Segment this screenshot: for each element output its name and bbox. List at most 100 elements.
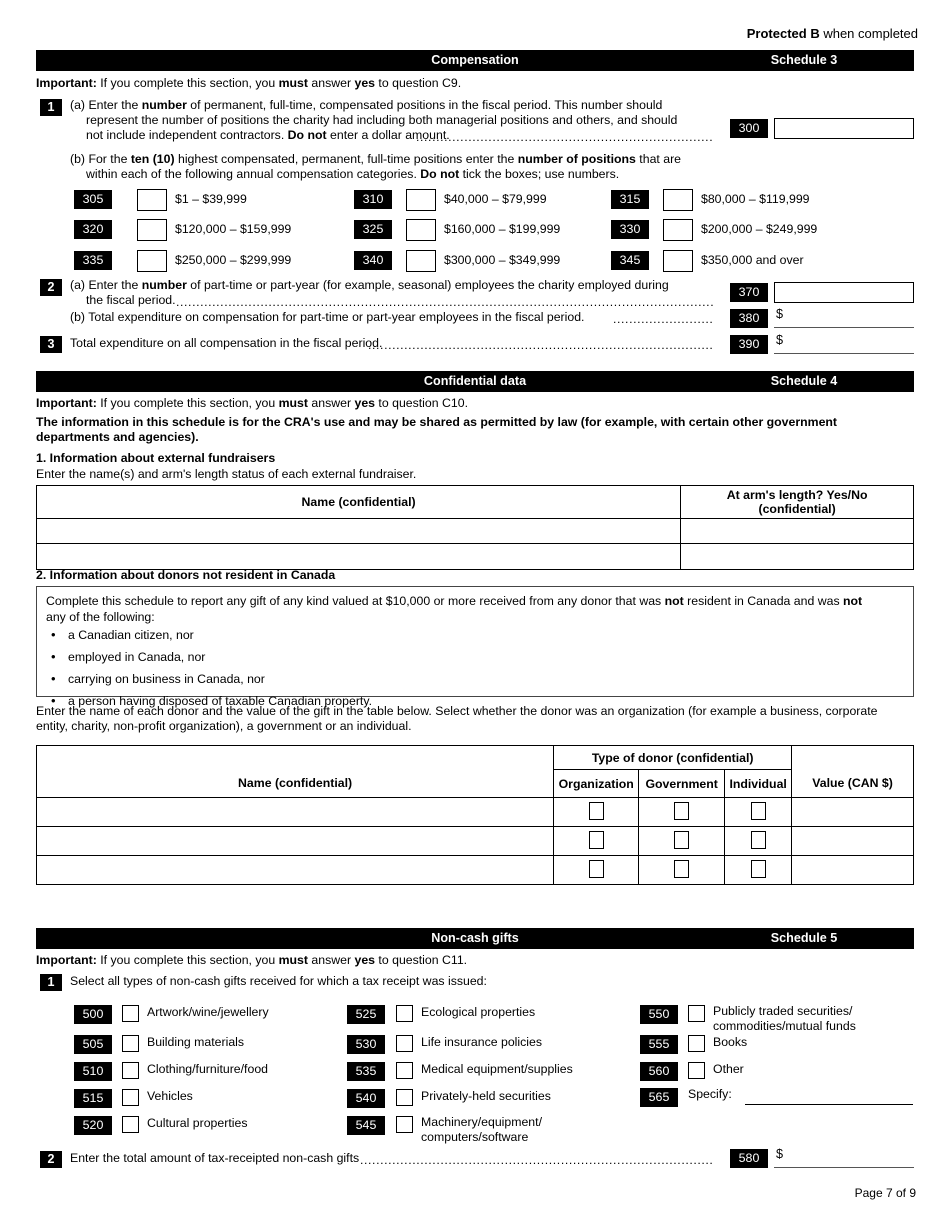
important-text-c-s5: to question C11. — [375, 953, 468, 967]
rule-565-specify — [745, 1104, 913, 1105]
q2a-number-emphasis: number — [141, 278, 187, 292]
label-515: Vehicles — [147, 1089, 193, 1103]
q1a-pre: (a) Enter the — [70, 98, 142, 112]
checkbox-540-private-securities[interactable] — [396, 1089, 413, 1106]
important-label-s5: Important: — [36, 953, 97, 967]
label-525: Ecological properties — [421, 1005, 536, 1019]
field-code-545: 545 — [347, 1116, 385, 1135]
checkbox-individual-row-2[interactable] — [750, 830, 766, 849]
checkbox-government-row-1[interactable] — [674, 801, 690, 820]
field-code-345: 345 — [611, 251, 649, 270]
donor-value-cell-1[interactable] — [791, 797, 914, 827]
donor-government-cell-1[interactable] — [638, 797, 726, 827]
donor-name-cell-1[interactable] — [35, 797, 555, 827]
checkbox-organization-row-2[interactable] — [588, 830, 604, 849]
checkbox-515-vehicles[interactable] — [122, 1089, 139, 1106]
checkbox-520-cultural-properties[interactable] — [122, 1116, 139, 1133]
checkbox-560-other[interactable] — [688, 1062, 705, 1079]
checkbox-535-medical[interactable] — [396, 1062, 413, 1079]
label-560: Other — [713, 1062, 744, 1076]
dollar-sign-380: $ — [776, 307, 784, 321]
checkbox-organization-row-1[interactable] — [588, 801, 604, 820]
input-300-permanent-positions[interactable] — [774, 118, 914, 139]
fundraiser-name-cell-1[interactable] — [35, 518, 682, 544]
checkbox-550-publicly-traded[interactable] — [688, 1005, 705, 1022]
checkbox-545-machinery[interactable] — [396, 1116, 413, 1133]
input-370-part-time-employees[interactable] — [774, 282, 914, 303]
donor-individual-cell-3[interactable] — [724, 855, 793, 885]
checkbox-555-books[interactable] — [688, 1035, 705, 1052]
schedule-3-label: Schedule 3 — [770, 53, 838, 67]
input-325-count[interactable] — [406, 219, 436, 241]
donor-government-cell-3[interactable] — [638, 855, 726, 885]
checkbox-individual-row-3[interactable] — [750, 859, 766, 878]
q1a-leader-dots: ........................................… — [416, 130, 713, 144]
field-code-565: 565 — [640, 1088, 678, 1107]
cra-notice-line-1: The information in this schedule is for … — [36, 415, 838, 429]
input-320-count[interactable] — [137, 219, 167, 241]
checkbox-organization-row-3[interactable] — [588, 859, 604, 878]
input-305-count[interactable] — [137, 189, 167, 211]
schedule-5-question-1-marker: 1 — [40, 974, 62, 991]
checkbox-505-building-materials[interactable] — [122, 1035, 139, 1052]
input-335-count[interactable] — [137, 250, 167, 272]
fundraiser-name-cell-2[interactable] — [35, 543, 682, 570]
protected-b-label: Protected B — [746, 26, 820, 41]
fundraiser-arms-cell-1[interactable] — [680, 518, 914, 544]
label-bracket-340: $300,000 – $349,999 — [444, 253, 561, 267]
checkbox-government-row-3[interactable] — [674, 859, 690, 878]
field-code-390: 390 — [730, 335, 768, 354]
checkbox-530-life-insurance[interactable] — [396, 1035, 413, 1052]
donor-value-cell-2[interactable] — [791, 826, 914, 856]
field-code-500: 500 — [74, 1005, 112, 1024]
donor-name-cell-2[interactable] — [35, 826, 555, 856]
label-505: Building materials — [147, 1035, 245, 1049]
important-label: Important: — [36, 76, 97, 90]
checkbox-individual-row-1[interactable] — [750, 801, 766, 820]
important-text-a-s5: If you complete this section, you — [96, 953, 279, 967]
field-code-335: 335 — [74, 251, 112, 270]
input-345-count[interactable] — [663, 250, 693, 272]
donor-col-value: Value (CAN $) — [791, 769, 914, 798]
field-code-315: 315 — [611, 190, 649, 209]
donor-organization-cell-2[interactable] — [553, 826, 640, 856]
donor-government-cell-2[interactable] — [638, 826, 726, 856]
schedule-4-header-bar: Confidential data Schedule 4 — [36, 371, 914, 392]
label-bracket-325: $160,000 – $199,999 — [444, 222, 561, 236]
checkbox-government-row-2[interactable] — [674, 830, 690, 849]
field-code-580: 580 — [730, 1149, 768, 1168]
field-code-380: 380 — [730, 309, 768, 328]
input-315-count[interactable] — [663, 189, 693, 211]
label-bracket-335: $250,000 – $299,999 — [175, 253, 292, 267]
donor-value-cell-3[interactable] — [791, 855, 914, 885]
input-330-count[interactable] — [663, 219, 693, 241]
donor-group-blank-left — [35, 745, 555, 770]
input-380-part-time-compensation[interactable]: $ — [774, 307, 914, 328]
fundraiser-arms-cell-2[interactable] — [680, 543, 914, 570]
field-code-560: 560 — [640, 1062, 678, 1081]
donor-name-cell-3[interactable] — [35, 855, 555, 885]
input-310-count[interactable] — [406, 189, 436, 211]
donor-organization-cell-1[interactable] — [553, 797, 640, 827]
table-row — [35, 855, 914, 885]
donor-individual-cell-1[interactable] — [724, 797, 793, 827]
donor-intro-pre: Complete this schedule to report any gif… — [46, 594, 665, 608]
protected-b-suffix: when completed — [819, 26, 918, 41]
checkbox-525-ecological[interactable] — [396, 1005, 413, 1022]
donor-box-intro: Complete this schedule to report any gif… — [46, 593, 905, 609]
field-code-555: 555 — [640, 1035, 678, 1054]
input-340-count[interactable] — [406, 250, 436, 272]
label-bracket-320: $120,000 – $159,999 — [175, 222, 292, 236]
checkbox-500-artwork[interactable] — [122, 1005, 139, 1022]
dollar-sign-390: $ — [776, 333, 784, 347]
donor-organization-cell-3[interactable] — [553, 855, 640, 885]
checkbox-510-clothing[interactable] — [122, 1062, 139, 1079]
input-390-total-compensation[interactable]: $ — [774, 333, 914, 354]
input-580-total-non-cash-gifts[interactable]: $ — [774, 1147, 914, 1168]
q1a-post: of permanent, full-time, compensated pos… — [186, 98, 663, 112]
protected-b-notice: Protected B when completed — [747, 26, 918, 41]
section-1-subtext: Enter the name(s) and arm's length statu… — [36, 467, 417, 481]
q1a-number-emphasis: number — [141, 98, 187, 112]
donor-group-blank-right — [791, 745, 914, 770]
donor-individual-cell-2[interactable] — [724, 826, 793, 856]
